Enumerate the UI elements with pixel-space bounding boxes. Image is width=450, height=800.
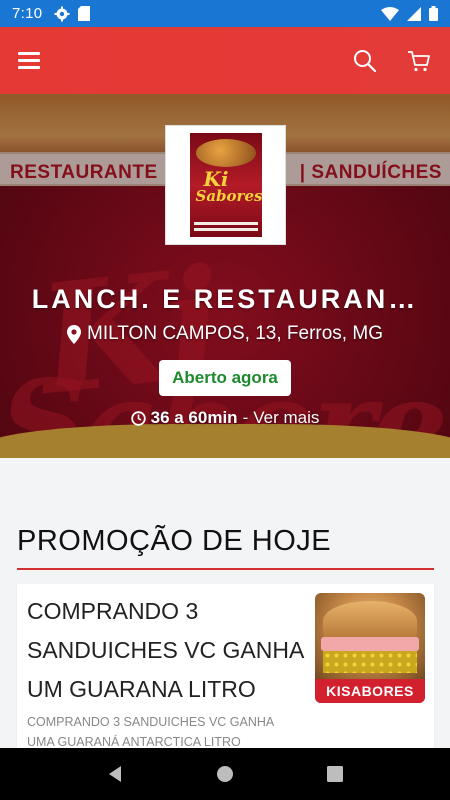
wifi-icon (381, 6, 399, 21)
store-address: MILTON CAMPOS, 13, Ferros, MG (0, 323, 450, 345)
clock-icon (130, 410, 146, 426)
status-right-icons (381, 6, 438, 21)
promotion-description: COMPRANDO 3 SANDUICHES VC GANHA UMA GUAR… (27, 715, 274, 749)
search-icon[interactable] (352, 48, 378, 74)
app-bar (0, 27, 450, 94)
cart-icon[interactable] (406, 48, 432, 74)
delivery-time: 36 a 60min (150, 408, 238, 427)
logo-image: Ki Sabores (189, 133, 262, 237)
section-divider (17, 568, 434, 570)
settings-icon (54, 6, 70, 21)
store-address-text: MILTON CAMPOS, 13, Ferros, MG (87, 323, 383, 344)
see-more-link[interactable]: Ver mais (253, 408, 319, 428)
back-icon[interactable] (95, 754, 135, 794)
store-name: LANCH. E RESTAURAN… (31, 284, 419, 314)
status-bar: 7:10 (0, 0, 450, 27)
promotion-image-brand: KISABORES (315, 679, 425, 703)
store-logo[interactable]: Ki Sabores (165, 125, 286, 245)
system-nav-bar (0, 748, 450, 800)
menu-icon[interactable] (18, 50, 40, 72)
section-title: PROMOÇÃO DE HOJE (17, 525, 332, 557)
delivery-info[interactable]: 36 a 60min - Ver mais (0, 408, 450, 428)
sd-card-icon (78, 6, 91, 21)
main-content: PROMOÇÃO DE HOJE COMPRANDO 3 SANDUICHES … (0, 458, 450, 764)
status-left-icons (54, 6, 91, 22)
app-bar-actions (352, 48, 432, 74)
promotion-image: KISABORES (315, 593, 425, 703)
status-time: 7:10 (12, 5, 43, 22)
location-pin-icon (67, 324, 82, 344)
home-icon[interactable] (205, 754, 245, 794)
battery-icon (429, 6, 438, 21)
open-status-badge[interactable]: Aberto agora (159, 360, 291, 396)
promotion-title: COMPRANDO 3 SANDUICHES VC GANHA UM GUARA… (27, 598, 304, 702)
signal-icon (407, 6, 421, 21)
promotion-card[interactable]: COMPRANDO 3 SANDUICHES VC GANHA UM GUARA… (17, 584, 434, 764)
delivery-separator: - (242, 408, 249, 427)
logo-sabores: Sabores (195, 187, 262, 205)
recents-icon[interactable] (315, 754, 355, 794)
